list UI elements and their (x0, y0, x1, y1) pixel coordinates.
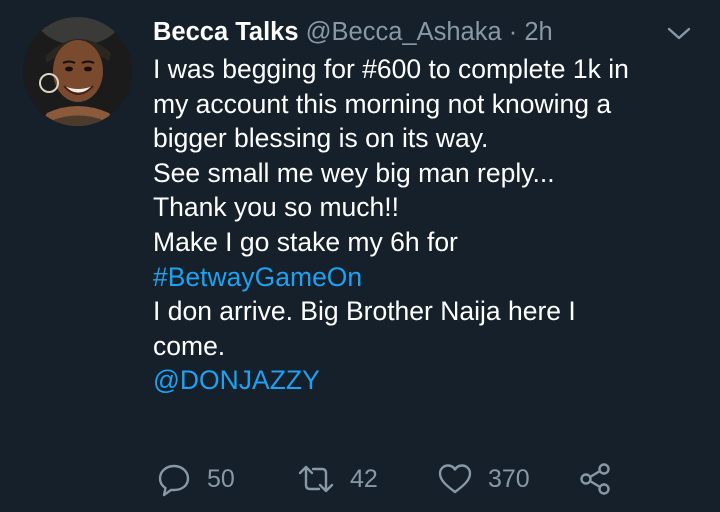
retweet-icon (298, 465, 334, 493)
timestamp[interactable]: 2h (524, 18, 552, 46)
share-icon (580, 463, 610, 495)
tweet-line: I don arrive. Big Brother Naija here I (153, 296, 576, 327)
tweet-line: Make I go stake my 6h for (153, 226, 458, 257)
tweet-line: Thank you so much!! (153, 192, 399, 223)
separator-dot: · (508, 18, 518, 46)
user-handle[interactable]: @Becca_Ashaka (306, 18, 502, 46)
reply-icon (158, 464, 190, 497)
share-button[interactable] (578, 456, 614, 502)
tweet-line: bigger blessing is on its way. (153, 123, 489, 154)
avatar-photo (23, 17, 132, 126)
reply-count: 50 (207, 464, 235, 493)
avatar[interactable] (23, 17, 132, 126)
tweet-line: I was begging for #600 to complete 1k in (153, 54, 629, 84)
display-name[interactable]: Becca Talks (153, 18, 299, 46)
tweet-line: See small me wey big man reply... (153, 157, 555, 188)
tweet-actions: 50 42 370 (0, 456, 720, 502)
chevron-down-icon (667, 27, 691, 40)
reply-button[interactable]: 50 (156, 456, 235, 502)
more-options-button[interactable] (664, 22, 694, 44)
tweet-line: come. (153, 330, 226, 361)
like-icon (438, 464, 472, 494)
tweet-header: Becca Talks @Becca_Ashaka · 2h (153, 14, 553, 50)
tweet[interactable]: Becca Talks @Becca_Ashaka · 2h I was beg… (0, 0, 720, 512)
hashtag-link[interactable]: #BetwayGameOn (153, 260, 708, 295)
like-count: 370 (488, 464, 530, 493)
like-button[interactable]: 370 (437, 456, 530, 502)
mention-link[interactable]: @DONJAZZY (153, 363, 708, 398)
tweet-text: I was begging for #600 to complete 1k in… (153, 52, 708, 398)
retweet-count: 42 (350, 464, 378, 493)
retweet-button[interactable]: 42 (297, 456, 378, 502)
tweet-line: my account this morning not knowing a (153, 88, 612, 119)
